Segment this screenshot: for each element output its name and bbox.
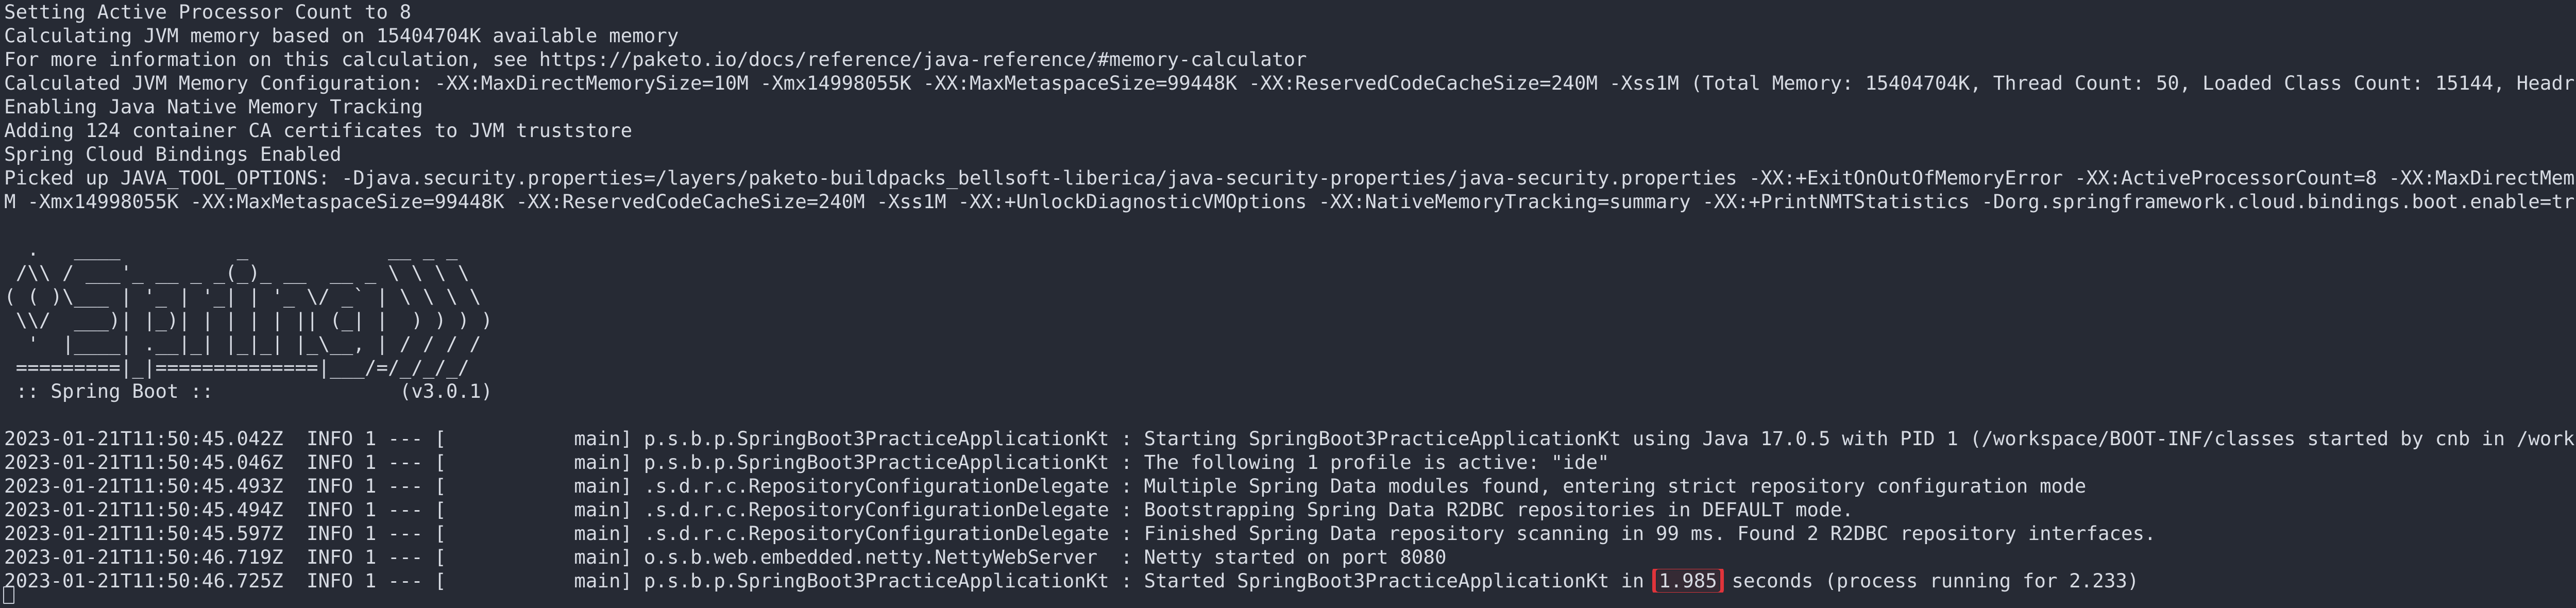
log-line: 2023-01-21T11:50:46.719Z INFO 1 --- [ ma… xyxy=(4,546,1447,568)
log-line: 2023-01-21T11:50:45.493Z INFO 1 --- [ ma… xyxy=(4,475,2087,497)
spring-boot-banner: . ____ _ __ _ _ /\\ / ___'_ __ _ _(_)_ _… xyxy=(4,237,2576,403)
banner-line: ' |____| .__|_| |_|_| |_\__, | / / / / xyxy=(4,332,481,355)
banner-line: =========|_|==============|___/=/_/_/_/ xyxy=(4,356,470,379)
log-line: 2023-01-21T11:50:45.046Z INFO 1 --- [ ma… xyxy=(4,451,1609,474)
log-started-suffix: seconds (process running for 2.233) xyxy=(1720,569,2139,592)
env-line: Setting Active Processor Count to 8 xyxy=(4,1,412,23)
log-line-started: 2023-01-21T11:50:46.725Z INFO 1 --- [ ma… xyxy=(4,569,2576,593)
env-output: Setting Active Processor Count to 8 Calc… xyxy=(4,0,2576,213)
log-started-prefix: 2023-01-21T11:50:46.725Z INFO 1 --- [ ma… xyxy=(4,569,1656,592)
env-line: Enabling Java Native Memory Tracking xyxy=(4,95,423,118)
startup-time-highlight: 1.985 xyxy=(1652,569,1724,593)
banner-version-line: :: Spring Boot :: (v3.0.1) xyxy=(4,380,493,402)
terminal-window[interactable]: Setting Active Processor Count to 8 Calc… xyxy=(0,0,2576,608)
env-line: For more information on this calculation… xyxy=(4,48,1307,71)
env-line: Calculated JVM Memory Configuration: -XX… xyxy=(4,72,2576,94)
banner-line: . ____ _ __ _ _ xyxy=(4,238,458,260)
log-line: 2023-01-21T11:50:45.494Z INFO 1 --- [ ma… xyxy=(4,498,1854,521)
env-line: Calculating JVM memory based on 15404704… xyxy=(4,24,679,47)
banner-line: /\\ / ___'_ __ _ _(_)_ __ __ _ \ \ \ \ xyxy=(4,261,470,284)
env-line: Picked up JAVA_TOOL_OPTIONS: -Djava.secu… xyxy=(4,166,2576,189)
banner-line: ( ( )\___ | '_ | '_| | '_ \/ _` | \ \ \ … xyxy=(4,285,481,308)
env-line: M -Xmx14998055K -XX:MaxMetaspaceSize=994… xyxy=(4,190,2576,213)
terminal-cursor xyxy=(3,586,14,604)
banner-line: \\/ ___)| |_)| | | | | || (_| | ) ) ) ) xyxy=(4,309,493,331)
env-line: Spring Cloud Bindings Enabled xyxy=(4,143,342,165)
log-line: 2023-01-21T11:50:45.042Z INFO 1 --- [ ma… xyxy=(4,427,2576,450)
env-line: Adding 124 container CA certificates to … xyxy=(4,119,633,142)
log-line: 2023-01-21T11:50:45.597Z INFO 1 --- [ ma… xyxy=(4,522,2156,545)
log-output: 2023-01-21T11:50:45.042Z INFO 1 --- [ ma… xyxy=(4,427,2576,593)
